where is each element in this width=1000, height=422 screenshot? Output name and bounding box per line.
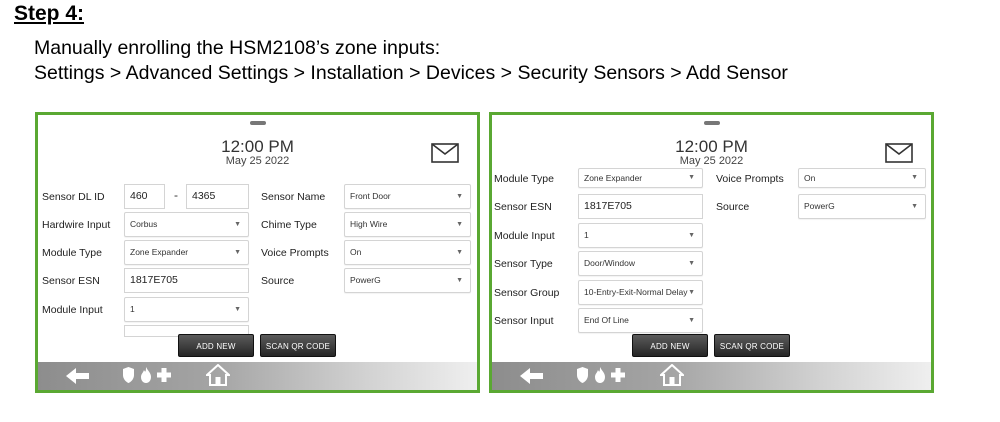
home-icon[interactable] [660,364,684,386]
module-type-value: Zone Expander [584,173,643,183]
back-arrow-icon[interactable] [66,366,90,386]
source-label: Source [261,275,295,287]
module-input-label: Module Input [42,304,103,316]
sensor-esn-label: Sensor ESN [494,201,552,213]
hardwire-input-value: Corbus [130,219,158,229]
voice-prompts-dropdown[interactable]: On ▼ [798,168,926,188]
medical-cross-icon[interactable] [156,366,172,384]
module-input-label: Module Input [494,230,555,242]
sensor-input-dropdown[interactable]: End Of Line ▼ [578,308,703,333]
clock-time: 12:00 PM [675,137,748,156]
sensor-type-value: Door/Window [584,258,636,268]
mail-icon[interactable] [431,143,459,163]
sensor-input-label: Sensor Input [494,315,554,327]
chevron-down-icon: ▼ [234,249,241,256]
left-screenshot-panel: 12:00 PM May 25 2022 Sensor DL ID 460 - … [35,112,480,393]
sensor-dl-id-separator: - [174,188,178,202]
fire-icon[interactable] [594,366,606,384]
sensor-name-label: Sensor Name [261,191,326,203]
chevron-down-icon: ▼ [688,260,695,267]
chevron-down-icon: ▼ [234,221,241,228]
voice-prompts-value: On [804,173,816,183]
scan-qr-code-button[interactable]: SCAN QR CODE [714,334,790,357]
bottom-nav-bar [38,362,477,390]
shield-icon[interactable] [576,366,589,384]
module-input-value: 1 [130,304,135,314]
clock-date: May 25 2022 [225,155,290,167]
module-type-label: Module Type [494,173,554,185]
mail-icon[interactable] [885,143,913,163]
medical-cross-icon[interactable] [610,366,626,384]
chevron-down-icon: ▼ [456,277,463,284]
chevron-down-icon: ▼ [456,221,463,228]
chime-type-dropdown[interactable]: High Wire ▼ [344,212,471,237]
instructions-line-1: Manually enrolling the HSM2108’s zone in… [34,37,441,59]
voice-prompts-value: On [350,247,362,257]
scan-qr-code-button[interactable]: SCAN QR CODE [260,334,336,357]
source-dropdown[interactable]: PowerG ▼ [798,194,926,219]
pull-down-handle[interactable] [703,121,720,125]
module-type-dropdown[interactable]: Zone Expander ▼ [578,168,703,188]
instructions-breadcrumb: Settings > Advanced Settings > Installat… [34,62,788,84]
home-icon[interactable] [206,364,230,386]
chevron-down-icon: ▼ [456,193,463,200]
voice-prompts-label: Voice Prompts [716,173,784,185]
module-input-value: 1 [584,230,589,240]
chevron-down-icon: ▼ [688,232,695,239]
hardwire-input-label: Hardwire Input [42,219,111,231]
right-screenshot-panel: 12:00 PM May 25 2022 Module Type Zone Ex… [489,112,934,393]
add-new-button[interactable]: ADD NEW [632,334,708,357]
module-type-label: Module Type [42,247,102,259]
pull-down-handle[interactable] [249,121,266,125]
clock-time: 12:00 PM [221,137,294,156]
voice-prompts-dropdown[interactable]: On ▼ [344,240,471,265]
sensor-name-value: Front Door [350,191,391,201]
sensor-type-dropdown[interactable]: Door/Window ▼ [578,251,703,276]
voice-prompts-label: Voice Prompts [261,247,329,259]
chevron-down-icon: ▼ [911,174,918,181]
sensor-input-value: End Of Line [584,315,629,325]
chevron-down-icon: ▼ [234,306,241,313]
add-new-button[interactable]: ADD NEW [178,334,254,357]
sensor-dl-id-label: Sensor DL ID [42,191,105,203]
chevron-down-icon: ▼ [688,289,695,296]
shield-icon[interactable] [122,366,135,384]
module-input-dropdown[interactable]: 1 ▼ [578,223,703,248]
source-value: PowerG [350,275,381,285]
step-heading: Step 4: [14,2,85,25]
sensor-dl-id-part1-input[interactable]: 460 [124,184,165,209]
clock-date: May 25 2022 [679,155,744,167]
chevron-down-icon: ▼ [688,174,695,181]
sensor-name-dropdown[interactable]: Front Door ▼ [344,184,471,209]
hardwire-input-dropdown[interactable]: Corbus ▼ [124,212,249,237]
chevron-down-icon: ▼ [456,249,463,256]
bottom-nav-bar [492,362,931,390]
source-value: PowerG [804,201,835,211]
source-dropdown[interactable]: PowerG ▼ [344,268,471,293]
module-type-value: Zone Expander [130,247,189,257]
fire-icon[interactable] [140,366,152,384]
chevron-down-icon: ▼ [911,203,918,210]
sensor-esn-label: Sensor ESN [42,275,100,287]
sensor-esn-input[interactable]: 1817E705 [124,268,249,293]
back-arrow-icon[interactable] [520,366,544,386]
chime-type-value: High Wire [350,219,388,229]
sensor-group-value: 10-Entry-Exit-Normal Delay [584,287,688,297]
sensor-esn-input[interactable]: 1817E705 [578,194,703,219]
sensor-group-label: Sensor Group [494,287,560,299]
sensor-group-dropdown[interactable]: 10-Entry-Exit-Normal Delay ▼ [578,280,703,305]
chime-type-label: Chime Type [261,219,317,231]
sensor-type-label: Sensor Type [494,258,553,270]
module-type-dropdown[interactable]: Zone Expander ▼ [124,240,249,265]
chevron-down-icon: ▼ [688,317,695,324]
module-input-dropdown[interactable]: 1 ▼ [124,297,249,322]
source-label: Source [716,201,750,213]
sensor-dl-id-part2-input[interactable]: 4365 [186,184,249,209]
